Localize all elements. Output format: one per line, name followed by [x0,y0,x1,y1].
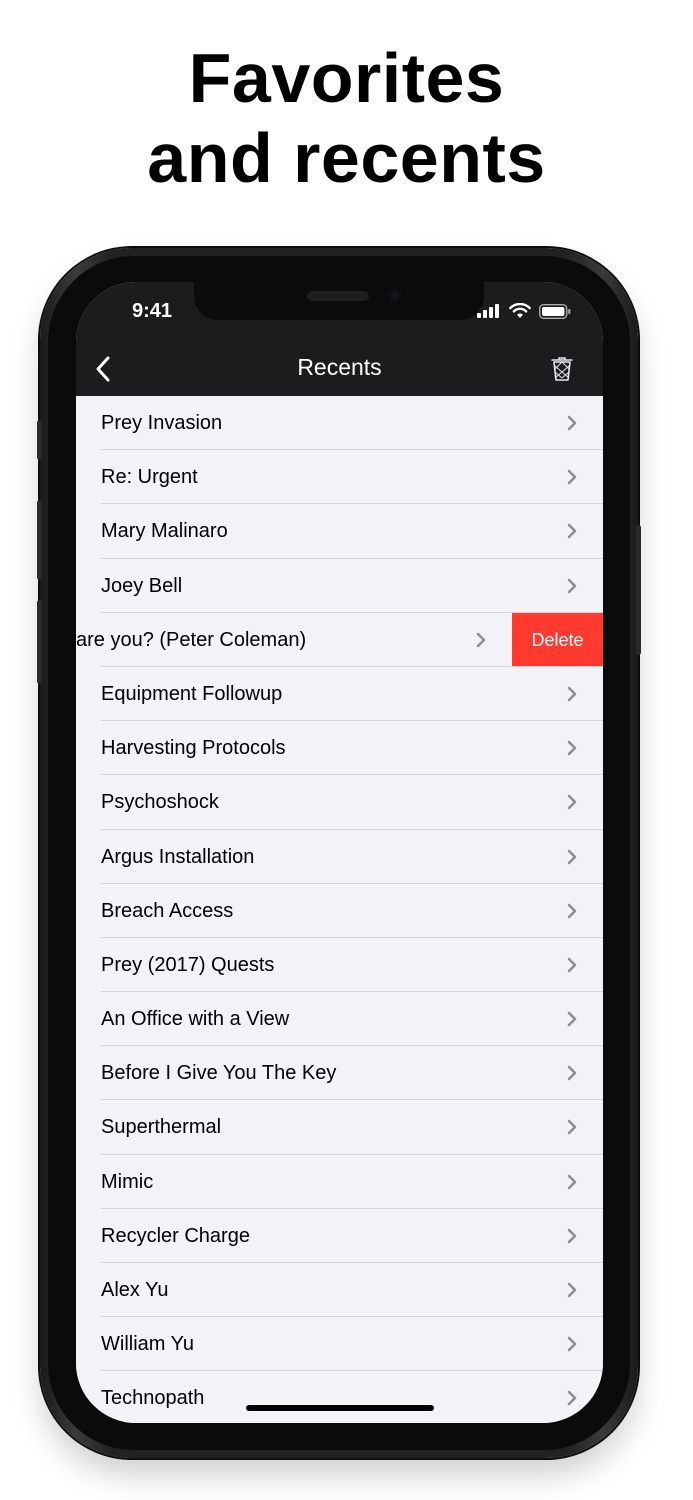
chevron-right-icon [567,469,577,485]
status-bar: 9:41 [76,282,603,344]
list-item-label: Harvesting Protocols [101,737,286,760]
chevron-right-icon [567,795,577,810]
navigation-bar: Recents [76,344,603,396]
chevron-right-icon [567,1391,577,1406]
list-item[interactable]: Prey Invasion [76,396,603,451]
cellular-signal-icon [477,304,499,318]
chevron-right-icon [476,632,486,648]
list-item[interactable]: Prey (2017) Quests [76,937,603,993]
list-item-swiped[interactable]: are you? (Peter Coleman) Delete [76,612,603,667]
home-indicator [246,1405,434,1411]
trash-icon [551,357,573,381]
silent-switch [37,420,42,460]
volume-up-button [37,500,42,580]
page-title: Recents [297,354,382,380]
list-item[interactable]: William Yu [76,1317,603,1372]
chevron-right-icon [567,578,577,593]
list-item-label: Technopath [101,1387,205,1410]
list-item-label: Prey Invasion [101,412,223,434]
wifi-icon [509,303,531,318]
marketing-headline: Favorites and recents [0,38,693,198]
headline-line-1: Favorites [188,39,505,117]
list-item[interactable]: Alex Yu [76,1263,603,1318]
chevron-right-icon [567,740,577,756]
clear-recents-button[interactable] [547,354,577,384]
list-item[interactable]: Breach Access [76,883,603,938]
notch [194,282,484,320]
list-item[interactable]: Technopath [76,1371,603,1423]
list-item-label: Joey Bell [101,574,183,597]
list-item[interactable]: Mimic [76,1154,603,1209]
list-item-label: Breach Access [101,899,234,922]
status-time: 9:41 [132,300,173,322]
phone-screen: 9:41 Recents Prey Invasion Re: Urgent Ma… [76,282,603,1423]
list-item[interactable]: An Office with a View [76,992,603,1047]
list-item[interactable]: Mary Malinaro [76,504,603,559]
list-item[interactable]: Recycler Charge [76,1208,603,1263]
list-item-label: Mary Malinaro [101,520,228,543]
list-item[interactable]: Argus Installation [76,829,603,884]
app-store-screenshot: Favorites and recents 9:41 Recents Prey … [0,0,693,1500]
speaker-grille [307,291,369,301]
list-item-label: Before I Give You The Key [101,1062,337,1085]
chevron-right-icon [567,686,577,702]
list-item-label: Prey (2017) Quests [101,953,275,976]
delete-button[interactable]: Delete [512,612,603,667]
list-item-label: are you? (Peter Coleman) [76,628,307,651]
list-item[interactable]: Re: Urgent [76,450,603,505]
list-item-label: Equipment Followup [101,682,283,705]
headline-line-2: and recents [147,119,546,197]
status-icons [477,302,571,320]
list-item[interactable]: Superthermal [76,1100,603,1155]
list-item[interactable]: Equipment Followup [76,666,603,722]
chevron-right-icon [567,415,577,431]
list-item[interactable]: Psychoshock [76,775,603,830]
chevron-right-icon [567,957,577,973]
list-item-label: William Yu [101,1333,194,1356]
chevron-right-icon [567,1065,577,1081]
chevron-right-icon [567,1228,577,1244]
front-camera [388,288,402,302]
list-item[interactable]: Before I Give You The Key [76,1046,603,1101]
recents-list: Prey Invasion Re: Urgent Mary Malinaro Joey… [76,396,603,1423]
chevron-right-icon [567,849,577,864]
list-item-label: Argus Installation [101,845,255,868]
list-item-label: Re: Urgent [101,466,198,489]
chevron-right-icon [567,903,577,918]
battery-icon [539,303,571,319]
chevron-right-icon [567,1174,577,1189]
power-button [636,525,641,655]
list-item-label: An Office with a View [101,1008,290,1031]
chevron-right-icon [567,1120,577,1135]
chevron-right-icon [567,1282,577,1298]
chevron-right-icon [567,1011,577,1027]
list-item-label: Mimic [101,1170,154,1193]
chevron-right-icon [567,524,577,539]
list-item-label: Psychoshock [101,791,219,814]
list-item[interactable]: Joey Bell [76,558,603,613]
list-item-label: Recycler Charge [101,1224,250,1247]
volume-down-button [37,600,42,684]
list-item[interactable]: Harvesting Protocols [76,721,603,776]
chevron-right-icon [567,1336,577,1352]
list-item-label: Alex Yu [101,1279,169,1301]
list-item-label: Superthermal [101,1116,222,1139]
